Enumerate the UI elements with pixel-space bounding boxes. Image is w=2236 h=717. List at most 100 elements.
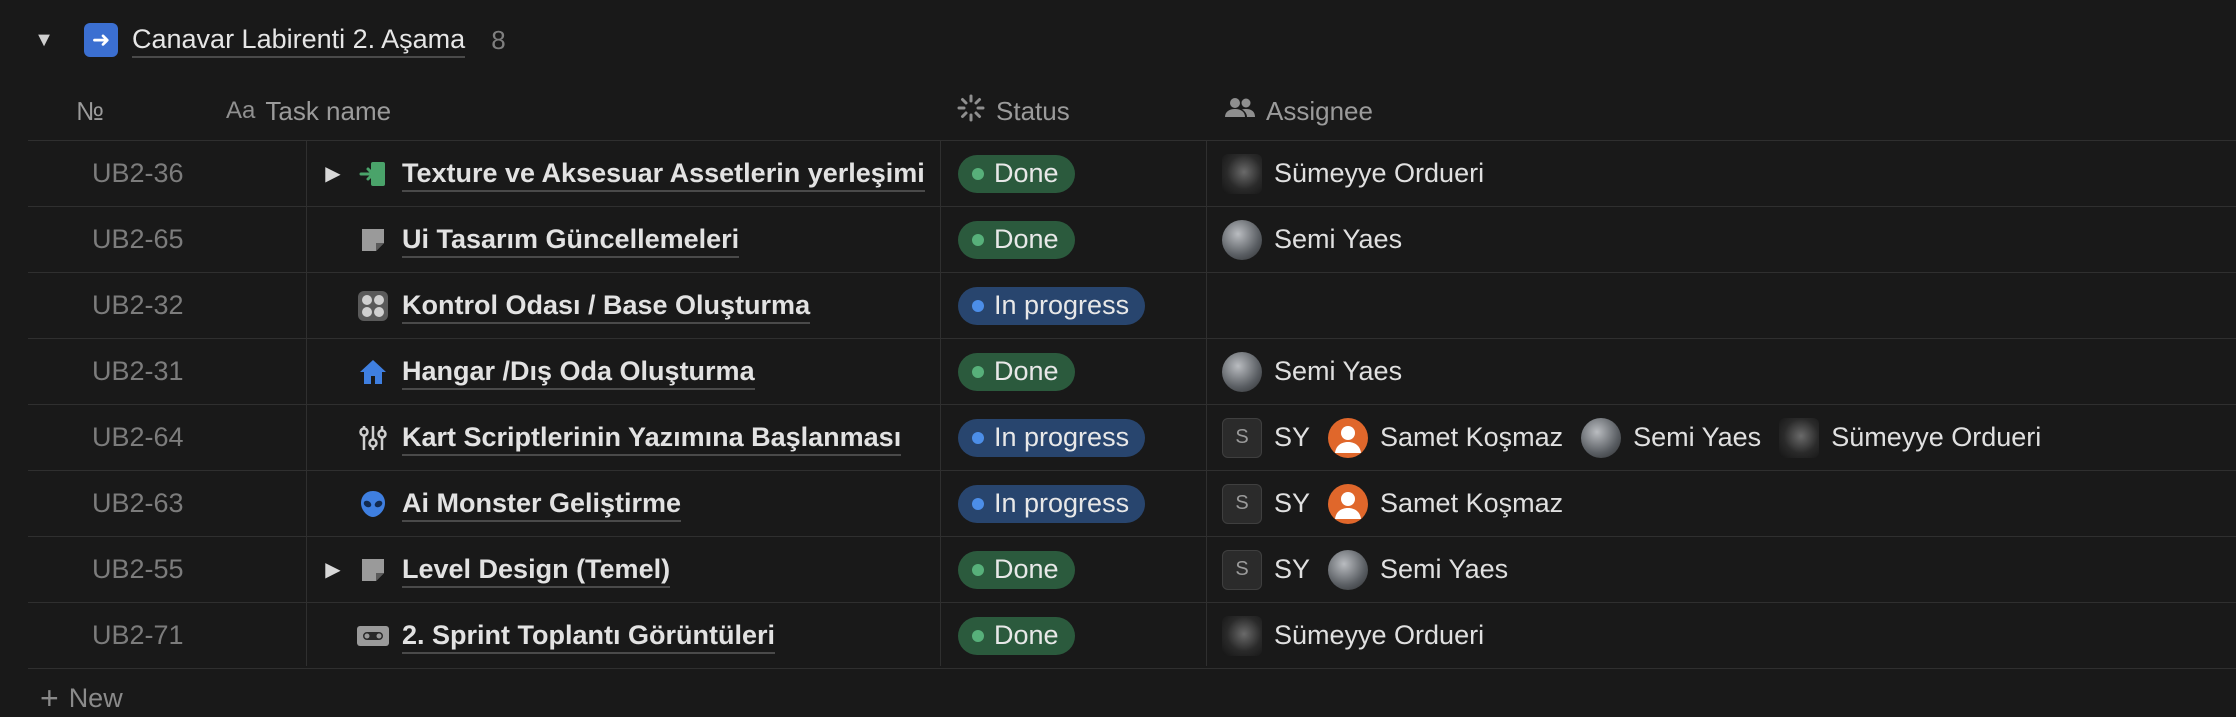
assignee-chip[interactable]: Samet Koşmaz: [1328, 417, 1564, 458]
status-cell[interactable]: In progress: [958, 273, 1146, 338]
avatar: [1222, 615, 1262, 656]
avatar: [1779, 417, 1820, 458]
table-row[interactable]: UB2-36 ▶ Texture ve Aksesuar Assetlerin ye…: [28, 141, 2236, 207]
status-cell[interactable]: In progress: [958, 405, 1146, 470]
arrow-right-icon: ➜: [84, 23, 118, 57]
status-cell[interactable]: In progress: [958, 471, 1146, 536]
column-divider: [306, 140, 307, 666]
assignee-cell[interactable]: Semi Yaes: [1222, 339, 1420, 404]
table-row[interactable]: UB2-71 2. Sprint Toplantı Görüntüleri Done…: [28, 603, 2236, 669]
task-name-link[interactable]: Kontrol Odası / Base Oluşturma: [402, 288, 811, 324]
task-name-link[interactable]: 2. Sprint Toplantı Görüntüleri: [402, 618, 775, 654]
assignee-cell[interactable]: S SY Semi Yaes: [1222, 537, 1526, 602]
assignee-cell[interactable]: Sümeyye Ordueri: [1222, 141, 1502, 206]
status-dot-icon: [972, 497, 984, 510]
column-divider: [940, 140, 941, 666]
assignee-chip[interactable]: Semi Yaes: [1581, 417, 1761, 458]
status-label: Done: [994, 356, 1059, 386]
expand-subtasks-icon[interactable]: ▶: [318, 161, 348, 186]
status-dot-icon: [972, 365, 984, 378]
table-row[interactable]: UB2-55 ▶ Level Design (Temel) Done S SY Semi Y…: [28, 537, 2236, 603]
task-name-link[interactable]: Ai Monster Geliştirme: [402, 486, 682, 522]
column-header-assignee[interactable]: Assignee: [1224, 82, 1373, 140]
task-name-link[interactable]: Kart Scriptlerinin Yazımına Başlanması: [402, 420, 902, 456]
plus-icon: +: [40, 680, 59, 716]
table-row[interactable]: UB2-65 Ui Tasarım Güncellemeleri Done Semi …: [28, 207, 2236, 273]
status-dot-icon: [972, 563, 984, 576]
status-cell[interactable]: Done: [958, 603, 1075, 668]
column-label: Assignee: [1266, 95, 1373, 126]
column-header-id[interactable]: №: [76, 82, 104, 140]
task-name-link[interactable]: Texture ve Aksesuar Assetlerin yerleşimi: [402, 156, 925, 192]
task-cell[interactable]: 2. Sprint Toplantı Görüntüleri: [318, 603, 978, 668]
assignee-name: SY: [1274, 422, 1311, 452]
task-name-link[interactable]: Hangar /Dış Oda Oluşturma: [402, 354, 755, 390]
assignee-cell[interactable]: Semi Yaes: [1222, 207, 1420, 272]
status-badge: In progress: [958, 286, 1146, 325]
status-label: In progress: [994, 290, 1130, 320]
group-count: 8: [491, 24, 506, 55]
home-icon: [356, 355, 390, 389]
task-name-link[interactable]: Level Design (Temel): [402, 552, 671, 588]
control-panel-icon: [356, 289, 390, 323]
assignee-chip[interactable]: Sümeyye Ordueri: [1779, 417, 2042, 458]
table-row[interactable]: UB2-31 Hangar /Dış Oda Oluşturma Done Semi …: [28, 339, 2236, 405]
status-label: Done: [994, 620, 1059, 650]
note-icon: [356, 553, 390, 587]
assignee-chip[interactable]: Semi Yaes: [1328, 549, 1508, 590]
avatar-initial: S: [1222, 549, 1262, 590]
status-dot-icon: [972, 233, 984, 246]
column-divider: [1206, 140, 1207, 666]
status-label: In progress: [994, 488, 1130, 518]
column-header-status[interactable]: Status: [956, 82, 1070, 140]
expand-subtasks-icon[interactable]: ▶: [318, 557, 348, 582]
status-spinner-icon: [956, 93, 986, 130]
collapse-toggle-icon[interactable]: ▼: [30, 26, 58, 54]
assignee-chip[interactable]: Semi Yaes: [1222, 219, 1402, 260]
status-cell[interactable]: Done: [958, 207, 1075, 272]
assignee-chip[interactable]: S SY: [1222, 483, 1310, 524]
table-row[interactable]: UB2-63 Ai Monster Geliştirme In progress S S…: [28, 471, 2236, 537]
assignee-chip[interactable]: Samet Koşmaz: [1328, 483, 1563, 524]
assignee-name: Sümeyye Ordueri: [1274, 620, 1485, 650]
task-cell[interactable]: Ui Tasarım Güncellemeleri: [318, 207, 978, 272]
table-row[interactable]: UB2-32 Kontrol Odası / Base Oluşturma In p…: [28, 273, 2236, 339]
task-id: UB2-63: [92, 488, 184, 518]
assignee-cell[interactable]: S SY Samet Koşmaz Semi Yaes Sümeyye Ordueri: [1222, 405, 2059, 470]
task-id: UB2-31: [92, 356, 184, 386]
group-title[interactable]: Canavar Labirenti 2. Aşama: [132, 22, 466, 58]
task-cell[interactable]: ▶ Level Design (Temel): [318, 537, 978, 602]
task-cell[interactable]: Ai Monster Geliştirme: [318, 471, 978, 536]
assignee-cell[interactable]: S SY Samet Koşmaz: [1222, 471, 1581, 536]
status-badge: Done: [958, 616, 1075, 655]
task-id: UB2-65: [92, 224, 184, 254]
task-cell[interactable]: Kart Scriptlerinin Yazımına Başlanması: [318, 405, 978, 470]
task-cell[interactable]: ▶ Texture ve Aksesuar Assetlerin yerleşim…: [318, 141, 978, 206]
status-cell[interactable]: Done: [958, 339, 1075, 404]
status-cell[interactable]: Done: [958, 141, 1075, 206]
assignee-chip[interactable]: Semi Yaes: [1222, 351, 1402, 392]
column-label: Status: [996, 95, 1070, 126]
status-badge: In progress: [958, 418, 1146, 457]
new-row-button[interactable]: + New: [40, 680, 123, 717]
status-dot-icon: [972, 629, 984, 642]
task-cell[interactable]: Kontrol Odası / Base Oluşturma: [318, 273, 978, 338]
assignee-name: Samet Koşmaz: [1380, 422, 1564, 452]
column-header-task[interactable]: Aa Task name: [226, 82, 391, 140]
assignee-chip[interactable]: S SY: [1222, 549, 1310, 590]
task-cell[interactable]: Hangar /Dış Oda Oluşturma: [318, 339, 978, 404]
assignee-chip[interactable]: S SY: [1222, 417, 1311, 458]
people-icon: [1224, 95, 1256, 128]
status-label: Done: [994, 224, 1059, 254]
assignee-chip[interactable]: Sümeyye Ordueri: [1222, 153, 1484, 194]
avatar: [1222, 153, 1262, 194]
assignee-cell[interactable]: Sümeyye Ordueri: [1222, 603, 1502, 668]
sliders-icon: [356, 421, 390, 455]
task-name-link[interactable]: Ui Tasarım Güncellemeleri: [402, 222, 740, 258]
status-cell[interactable]: Done: [958, 537, 1075, 602]
task-id: UB2-32: [92, 290, 184, 320]
table-row[interactable]: UB2-64 Kart Scriptlerinin Yazımına Başlan…: [28, 405, 2236, 471]
assignee-name: Sümeyye Ordueri: [1831, 422, 2042, 452]
column-label: Task name: [265, 95, 392, 126]
assignee-chip[interactable]: Sümeyye Ordueri: [1222, 615, 1485, 656]
